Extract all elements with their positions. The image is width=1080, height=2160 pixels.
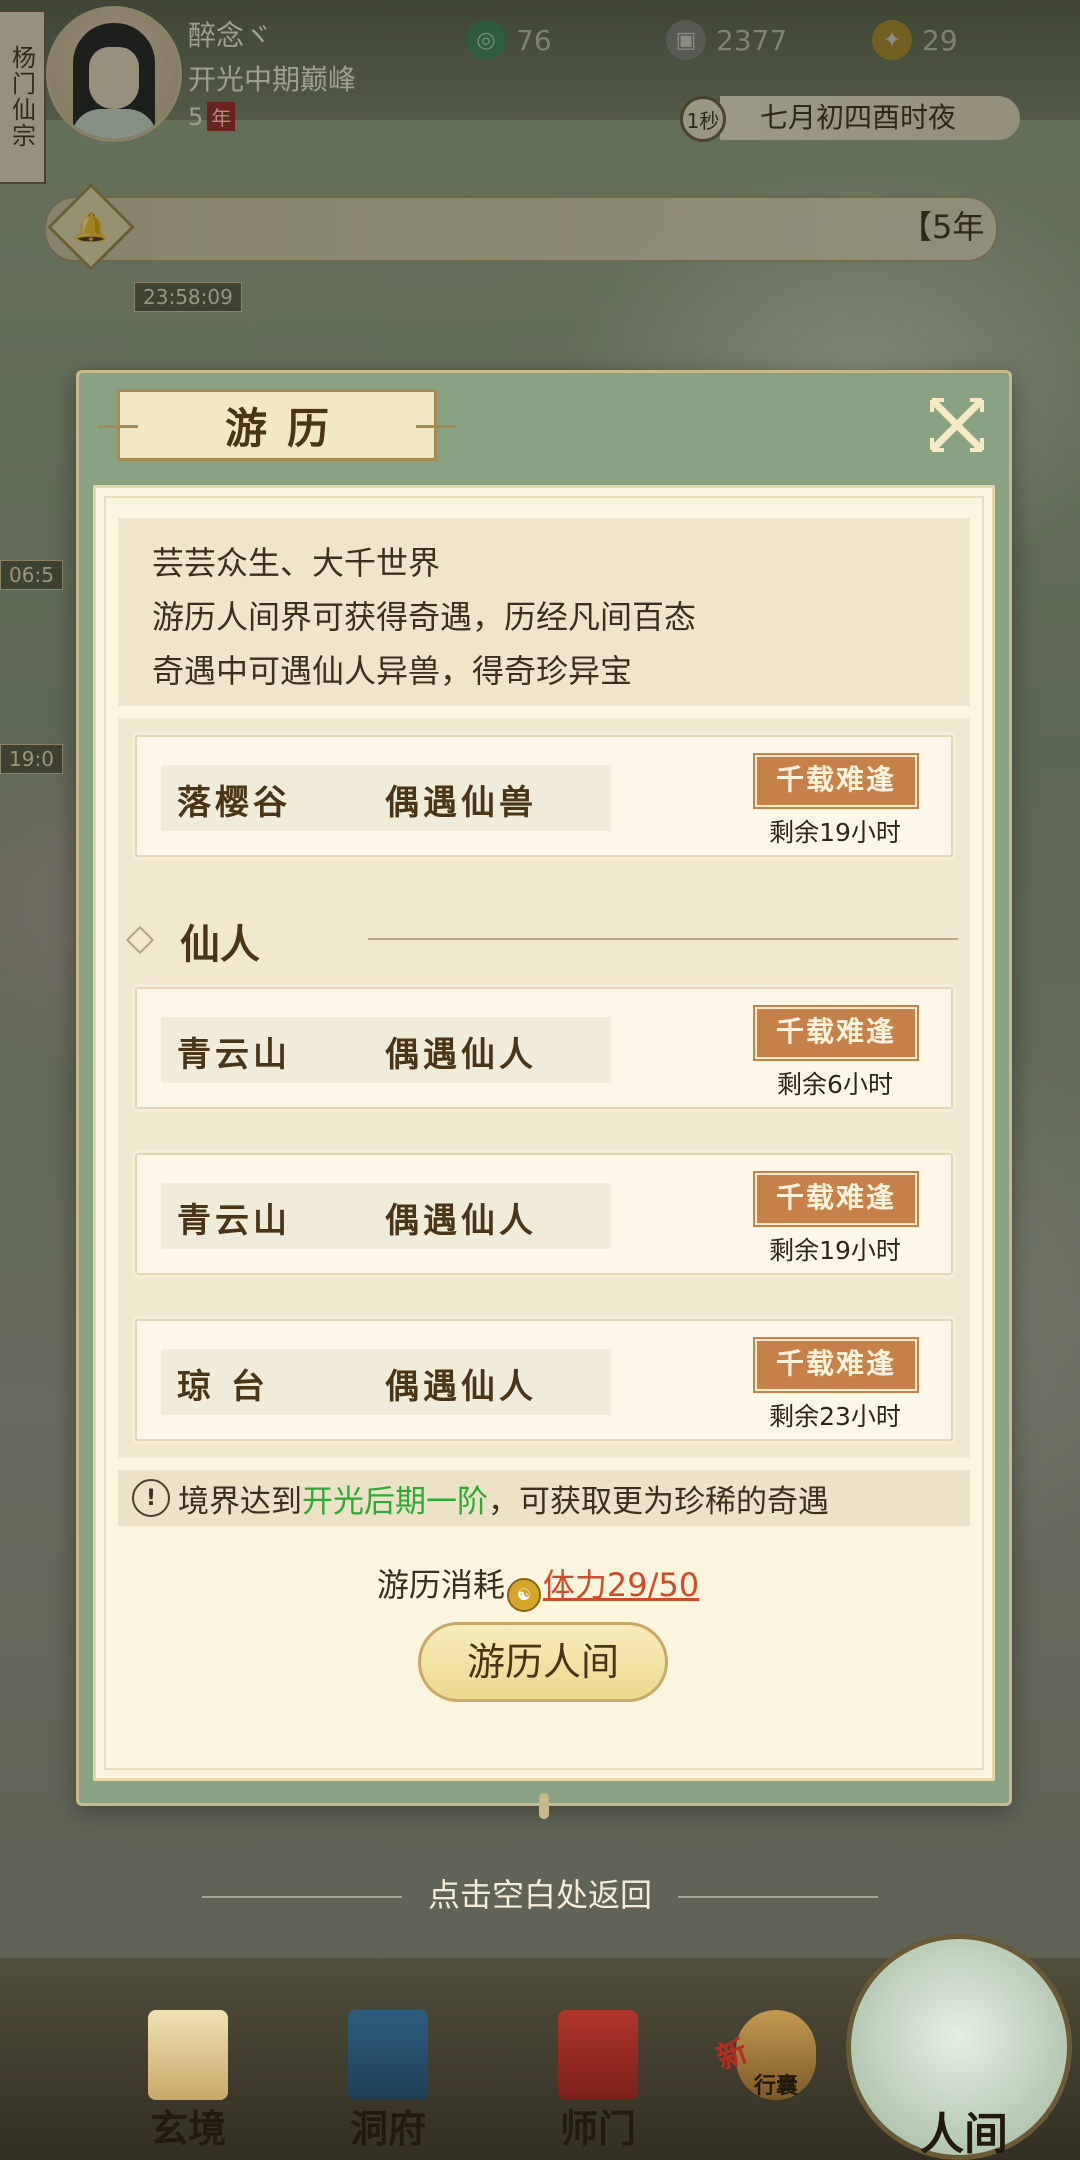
rarity-badge: 千载难逢: [753, 1005, 919, 1061]
dialog-panel: 芸芸众生、大千世界 游历人间界可获得奇遇，历经凡间百态 奇遇中可遇仙人异兽，得奇…: [93, 485, 995, 1781]
dialog-title-plaque: 游历: [98, 389, 456, 461]
section-header: 仙人: [118, 908, 970, 968]
description-line: 芸芸众生、大千世界: [152, 544, 441, 582]
back-hint[interactable]: 点击空白处返回: [0, 1870, 1080, 1916]
remaining-time: 剩余6小时: [777, 1070, 893, 1099]
nav-xingnang[interactable]: 新 行囊: [696, 2000, 856, 2160]
realm-tip: ! 境界达到 开光后期一阶 ，可获取更为珍稀的奇遇: [118, 1470, 970, 1526]
encounter-card[interactable]: 落樱谷 偶遇仙兽 千载难逢 剩余19小时: [132, 732, 956, 860]
rarity-badge: 千载难逢: [753, 1171, 919, 1227]
travel-button[interactable]: 游历人间: [418, 1622, 668, 1702]
encounter-type: 偶遇仙兽: [385, 783, 537, 823]
nav-renjian[interactable]: 人间: [884, 2000, 1044, 2160]
nav-label: 行囊: [753, 2073, 798, 2099]
travel-cost: 游历消耗 ☯ 体力29/50: [96, 1560, 980, 1612]
encounter-place: 琼 台: [177, 1367, 269, 1407]
remaining-time: 剩余19小时: [769, 1236, 901, 1265]
nav-label: 人间: [920, 2109, 1008, 2160]
close-button[interactable]: [927, 395, 987, 455]
rarity-badge: 千载难逢: [753, 1337, 919, 1393]
nav-label: 师门: [559, 2106, 636, 2151]
encounter-type: 偶遇仙人: [385, 1035, 537, 1075]
cost-label: 游历消耗: [376, 1566, 505, 1604]
remaining-time: 剩余23小时: [769, 1402, 901, 1431]
tip-suffix: ，可获取更为珍稀的奇遇: [488, 1483, 829, 1520]
banner-icon: [558, 2010, 638, 2100]
nav-dongfu[interactable]: 洞府: [308, 2000, 468, 2160]
close-icon: [930, 398, 984, 452]
diamond-icon: [125, 925, 155, 955]
description-line: 游历人间界可获得奇遇，历经凡间百态: [152, 598, 697, 636]
encounter-type: 偶遇仙人: [385, 1367, 537, 1407]
nav-label: 玄境: [149, 2106, 226, 2151]
encounter-card[interactable]: 青云山 偶遇仙人 千载难逢 剩余6小时: [132, 984, 956, 1112]
scroll-icon: [148, 2010, 228, 2100]
travel-dialog: 游历 芸芸众生、大千世界 游历人间界可获得奇遇，历经凡间百态 奇遇中可遇仙人异兽…: [76, 370, 1012, 1819]
rarity-badge: 千载难逢: [753, 753, 919, 809]
exclamation-icon: !: [132, 1479, 170, 1517]
encounter-place: 青云山: [177, 1035, 291, 1075]
stamina-icon: ☯: [506, 1578, 541, 1612]
pavilion-icon: [348, 2010, 428, 2100]
stamina-link[interactable]: 体力29/50: [543, 1566, 699, 1604]
dialog-ornament: [539, 1793, 549, 1819]
section-divider: [368, 938, 958, 940]
back-hint-text: 点击空白处返回: [427, 1876, 652, 1914]
encounter-place: 青云山: [177, 1201, 291, 1241]
description-box: 芸芸众生、大千世界 游历人间界可获得奇遇，历经凡间百态 奇遇中可遇仙人异兽，得奇…: [118, 518, 970, 706]
tip-highlight: 开光后期一阶: [302, 1483, 488, 1520]
section-title: 仙人: [180, 921, 260, 968]
encounter-card[interactable]: 琼 台 偶遇仙人 千载难逢 剩余23小时: [132, 1316, 956, 1444]
encounter-card[interactable]: 青云山 偶遇仙人 千载难逢 剩余19小时: [132, 1150, 956, 1278]
encounter-type: 偶遇仙人: [385, 1201, 537, 1241]
nav-xuanjing[interactable]: 玄境: [108, 2000, 268, 2160]
nav-label: 洞府: [349, 2106, 426, 2151]
remaining-time: 剩余19小时: [769, 818, 901, 847]
encounter-place: 落樱谷: [177, 783, 291, 823]
encounter-list[interactable]: 落樱谷 偶遇仙兽 千载难逢 剩余19小时 仙人 青云山 偶遇仙人 千载难逢 剩余…: [118, 718, 970, 1458]
dialog-title: 游历: [224, 403, 349, 453]
nav-shimen[interactable]: 师门: [518, 2000, 678, 2160]
description-line: 奇遇中可遇仙人异兽，得奇珍异宝: [152, 652, 633, 690]
tip-prefix: 境界达到: [178, 1483, 302, 1520]
